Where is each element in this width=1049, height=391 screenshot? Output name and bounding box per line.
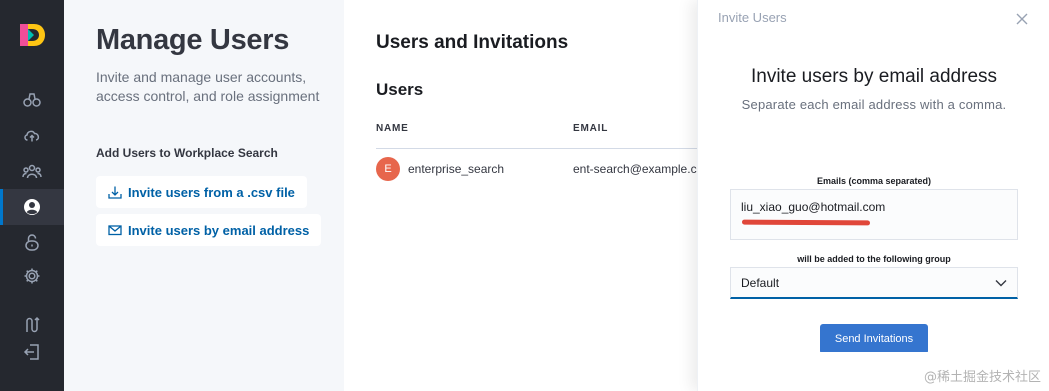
invite-csv-button[interactable]: Invite users from a .csv file: [96, 176, 307, 208]
invite-csv-label: Invite users from a .csv file: [128, 184, 295, 200]
table-header-divider: [376, 148, 706, 149]
watermark: @稀土掘金技术社区: [923, 370, 1041, 385]
group-select[interactable]: Default: [730, 267, 1018, 299]
invite-email-button[interactable]: Invite users by email address: [96, 214, 322, 246]
cloud-upload-icon: [24, 130, 40, 142]
logout-icon: [23, 344, 39, 360]
gear-icon: [24, 268, 40, 284]
group-select-value: Default: [741, 275, 780, 290]
invite-users-flyout: Invite Users Invite users by email addre…: [697, 0, 1049, 391]
rail-sources[interactable]: [0, 117, 64, 153]
chevron-down-icon: [995, 280, 1007, 287]
invite-subheading: Separate each email address with a comma…: [741, 97, 1007, 112]
rail-groups[interactable]: [0, 153, 64, 189]
rail-users[interactable]: [0, 189, 64, 225]
workplace-search-logo[interactable]: [20, 22, 46, 48]
rail-overview[interactable]: [0, 82, 64, 118]
users-heading: Users: [376, 80, 424, 99]
rail-security[interactable]: [0, 224, 64, 260]
envelope-icon: [108, 225, 122, 236]
redaction-mark: [741, 219, 871, 226]
avatar: E: [376, 157, 400, 181]
page-heading: Manage Users: [96, 24, 290, 56]
invite-email-label: Invite users by email address: [128, 222, 310, 238]
flyout-title: Invite Users: [718, 10, 787, 25]
upload-icon: [108, 186, 122, 199]
user-name-cell[interactable]: enterprise_search: [408, 162, 504, 176]
binoculars-icon: [23, 93, 41, 107]
app-icon-rail: [0, 0, 64, 391]
users-group-icon: [22, 164, 42, 179]
invite-heading: Invite users by email address: [750, 66, 998, 87]
send-invitations-button[interactable]: Send Invitations: [820, 324, 928, 354]
column-header-name[interactable]: NAME: [376, 123, 409, 134]
add-users-section-title: Add Users to Workplace Search: [96, 146, 278, 160]
group-label: will be added to the following group: [797, 254, 951, 264]
rail-settings[interactable]: [0, 258, 64, 294]
page-description: Invite and manage user accounts, access …: [96, 69, 320, 104]
route-icon: [26, 316, 40, 333]
lock-icon: [25, 234, 39, 251]
emails-label: Emails (comma separated): [816, 176, 932, 186]
emails-field[interactable]: liu_xiao_guo@hotmail.com: [730, 189, 1018, 240]
column-header-email[interactable]: EMAIL: [573, 123, 608, 134]
user-email-cell: ent-search@example.com: [573, 162, 714, 176]
users-invitations-title: Users and Invitations: [376, 32, 569, 53]
manage-users-sidebar: Manage Users Invite and manage user acco…: [64, 0, 344, 391]
rail-logout[interactable]: [0, 334, 64, 370]
user-circle-icon: [24, 199, 40, 215]
close-icon[interactable]: [1014, 11, 1030, 27]
